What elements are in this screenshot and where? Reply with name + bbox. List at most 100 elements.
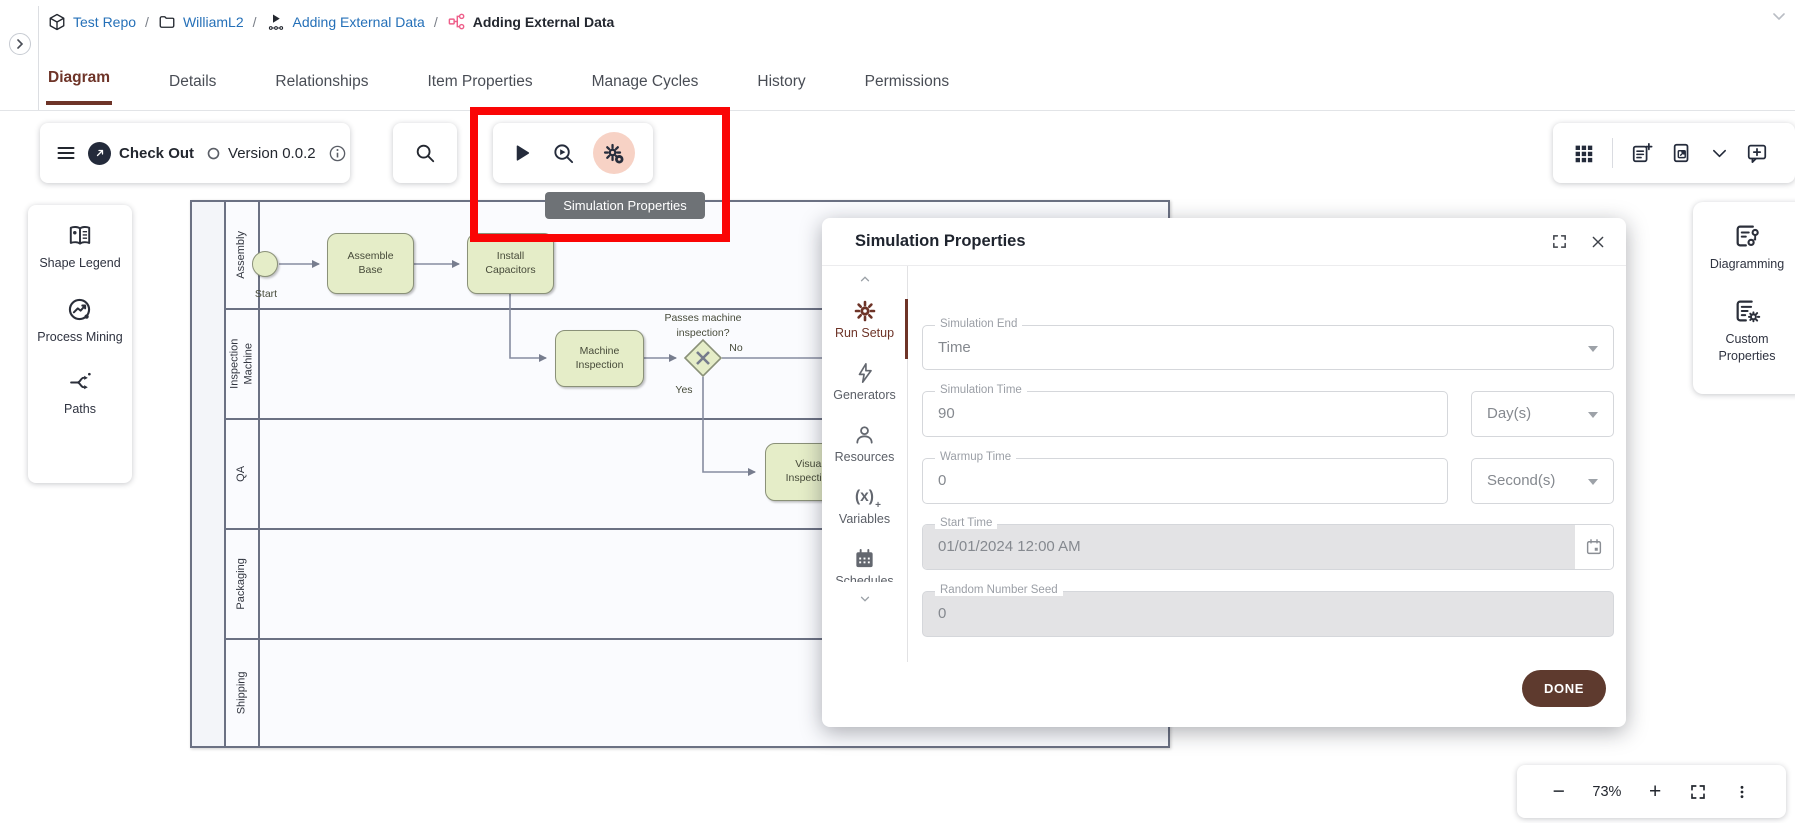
right-tools-panel: Diagramming Custom Properties <box>1693 202 1795 394</box>
grid-icon <box>1573 143 1594 164</box>
document-plus-icon <box>1631 142 1653 164</box>
nav-item-generators[interactable]: Generators <box>822 361 908 402</box>
nav-scroll-up-button[interactable] <box>857 272 873 291</box>
nav-item-schedules[interactable]: Schedules <box>822 547 908 582</box>
preview-run-button[interactable] <box>552 142 575 165</box>
task-assemble-base[interactable]: Assemble Base <box>327 233 414 294</box>
new-document-button[interactable] <box>1631 142 1653 164</box>
variables-icon: (x) + <box>855 485 874 509</box>
breadcrumb-folder[interactable]: WilliamL2 <box>158 13 244 31</box>
fullscreen-icon <box>1689 783 1707 801</box>
close-icon <box>1590 234 1606 250</box>
tab-manage-cycles[interactable]: Manage Cycles <box>590 61 701 105</box>
nav-item-run-setup[interactable]: Run Setup <box>822 299 908 340</box>
diagramming-button[interactable]: Diagramming <box>1710 222 1784 273</box>
breadcrumb-separator: / <box>253 14 257 30</box>
tab-details[interactable]: Details <box>167 61 218 105</box>
panel-item-label: Shape Legend <box>39 255 120 272</box>
simulation-properties-button[interactable] <box>593 132 635 174</box>
nav-item-variables[interactable]: (x) + Variables <box>822 485 908 526</box>
fullscreen-icon <box>1551 233 1568 250</box>
warmup-time-input[interactable]: Warmup Time 0 <box>922 458 1448 504</box>
add-comment-button[interactable] <box>1746 142 1768 164</box>
dialog-expand-button[interactable] <box>1551 233 1568 250</box>
panel-item-label: Diagramming <box>1710 256 1784 273</box>
document-gear-icon <box>1733 297 1761 325</box>
breadcrumb-link[interactable]: WilliamL2 <box>183 14 244 30</box>
nav-item-label: Generators <box>833 388 896 402</box>
task-install-capacitors[interactable]: Install Capacitors <box>467 233 554 294</box>
dialog-close-button[interactable] <box>1590 234 1606 250</box>
more-export-options-button[interactable] <box>1711 145 1728 162</box>
nav-item-label: Variables <box>839 512 890 526</box>
nav-item-resources[interactable]: Resources <box>822 423 908 464</box>
field-value: 90 <box>923 392 1447 435</box>
breadcrumb-process[interactable]: Adding External Data <box>266 13 425 31</box>
shape-legend-button[interactable]: Shape Legend <box>39 223 120 272</box>
paths-icon <box>67 370 94 395</box>
tab-history[interactable]: History <box>755 61 807 105</box>
canvas-tools-toolbar <box>1553 123 1795 183</box>
tab-bar-divider <box>0 110 1795 111</box>
field-value: Time <box>923 326 1613 369</box>
version-info-button[interactable] <box>328 144 347 163</box>
dropdown-caret-icon <box>1588 479 1598 485</box>
panel-item-label: Paths <box>64 401 96 418</box>
play-search-icon <box>552 142 575 165</box>
shape-library-button[interactable] <box>1573 143 1594 164</box>
task-machine-inspection[interactable]: Machine Inspection <box>555 330 644 387</box>
simulation-time-input[interactable]: Simulation Time 90 <box>922 391 1448 437</box>
version-indicator: Version 0.0.2 <box>206 145 316 162</box>
gear-icon <box>853 299 877 323</box>
run-simulation-button[interactable] <box>511 142 533 164</box>
tab-diagram[interactable]: Diagram <box>46 57 112 105</box>
custom-properties-button[interactable]: Custom Properties <box>1697 297 1795 365</box>
hamburger-icon <box>56 143 76 163</box>
search-icon <box>414 142 436 164</box>
menu-button[interactable] <box>56 143 76 163</box>
chevron-down-icon <box>857 592 873 606</box>
check-out-button[interactable]: Check Out <box>88 142 194 165</box>
search-button[interactable] <box>414 142 436 164</box>
collapse-header-icon[interactable] <box>1771 8 1787 29</box>
breadcrumb-separator: / <box>434 14 438 30</box>
lane-label: Assembly <box>235 231 249 279</box>
info-icon <box>328 144 347 163</box>
breadcrumb-link[interactable]: Adding External Data <box>293 14 425 30</box>
more-options-button[interactable] <box>1734 783 1750 801</box>
folder-icon <box>158 13 176 31</box>
search-toolbar <box>393 123 457 183</box>
export-document-button[interactable] <box>1671 142 1693 164</box>
panel-item-label: Custom Properties <box>1697 331 1795 365</box>
panel-item-label: Process Mining <box>37 329 122 346</box>
breadcrumb-repo[interactable]: Test Repo <box>48 13 136 31</box>
zoom-bar: − 73% + <box>1517 765 1786 818</box>
random-seed-input: Random Number Seed 0 <box>922 591 1614 637</box>
zoom-in-button[interactable]: + <box>1649 781 1661 802</box>
expand-left-panel-button[interactable] <box>9 33 31 55</box>
kebab-menu-icon <box>1734 783 1750 801</box>
nav-item-label: Resources <box>835 450 895 464</box>
chevron-right-icon <box>15 39 25 49</box>
simulation-end-select[interactable]: Simulation End Time <box>922 325 1614 370</box>
process-icon <box>266 13 286 31</box>
breadcrumb-link[interactable]: Test Repo <box>73 14 136 30</box>
tab-item-properties[interactable]: Item Properties <box>425 61 534 105</box>
done-button[interactable]: DONE <box>1522 670 1606 707</box>
tab-relationships[interactable]: Relationships <box>273 61 370 105</box>
diagramming-icon <box>1733 222 1761 250</box>
process-mining-button[interactable]: Process Mining <box>37 296 122 346</box>
warmup-time-unit-select[interactable]: Second(s) <box>1471 458 1614 504</box>
start-event-circle[interactable] <box>252 251 278 277</box>
paths-button[interactable]: Paths <box>64 370 96 418</box>
lane-label: QA <box>235 458 249 490</box>
nav-item-label: Schedules <box>835 574 893 582</box>
simulation-time-unit-select[interactable]: Day(s) <box>1471 391 1614 437</box>
gear-badge-icon <box>602 142 625 165</box>
simulation-form: Simulation End Time Simulation Time 90 D… <box>908 266 1626 662</box>
tab-permissions[interactable]: Permissions <box>863 61 951 105</box>
nav-scroll-down-button[interactable] <box>857 592 873 611</box>
diagram-toolbar: Check Out Version 0.0.2 <box>40 123 350 183</box>
fit-to-screen-button[interactable] <box>1689 783 1707 801</box>
zoom-out-button[interactable]: − <box>1553 781 1565 802</box>
